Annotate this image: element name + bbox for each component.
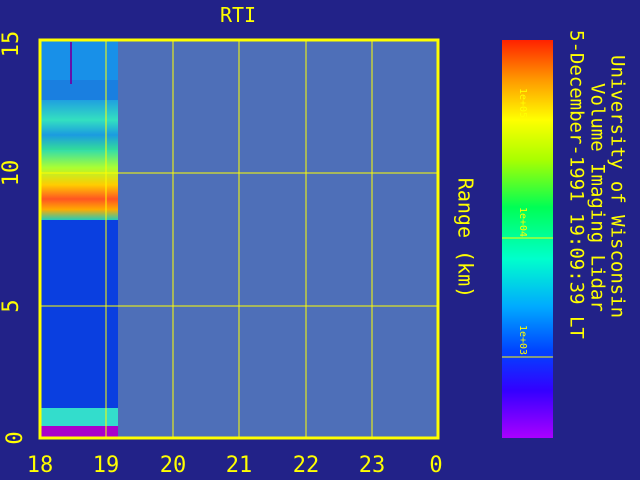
y-tick-label: 5 bbox=[0, 299, 24, 312]
caption-line-2: Volume Imaging Lidar bbox=[587, 83, 609, 312]
x-tick-label: 23 bbox=[359, 453, 386, 478]
plot-title: RTI bbox=[220, 3, 256, 27]
rti-figure: RTI 0 5 10 15 18 19 20 21 22 23 0 Range … bbox=[0, 3, 629, 478]
x-tick-label: 21 bbox=[226, 453, 253, 478]
caption-line-1: University of Wisconsin bbox=[607, 55, 629, 318]
y-tick-label: 10 bbox=[0, 160, 24, 187]
x-tick-label: 19 bbox=[93, 453, 120, 478]
x-tick-label: 22 bbox=[293, 453, 320, 478]
colorbar-tick-label: 1e+03 bbox=[517, 325, 528, 355]
x-tick-label: 18 bbox=[27, 453, 54, 478]
y-axis-label: Range (km) bbox=[454, 178, 478, 298]
colorbar-tick-label: 1e+04 bbox=[517, 207, 528, 237]
y-tick-labels: 0 5 10 15 bbox=[0, 31, 28, 445]
x-tick-labels: 18 19 20 21 22 23 0 bbox=[27, 453, 443, 478]
x-tick-label: 0 bbox=[429, 453, 442, 478]
caption: University of Wisconsin Volume Imaging L… bbox=[566, 30, 629, 339]
y-tick-label: 15 bbox=[0, 31, 24, 58]
y-tick-label: 0 bbox=[3, 431, 28, 444]
colorbar-tick-label: 1e+05 bbox=[517, 88, 528, 118]
x-tick-label: 20 bbox=[160, 453, 187, 478]
caption-line-3: 5-December-1991 19:09:39 LT bbox=[566, 30, 588, 339]
